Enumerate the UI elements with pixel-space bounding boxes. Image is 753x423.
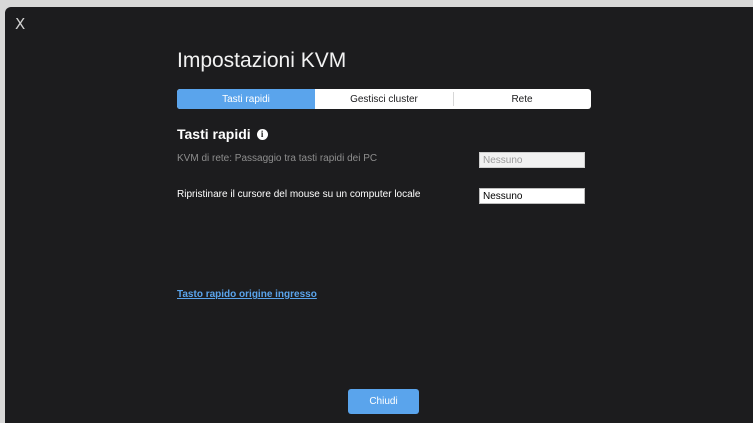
restore-cursor-hotkey-field[interactable]: Nessuno (479, 188, 585, 204)
tab-manage-cluster[interactable]: Gestisci cluster (315, 89, 453, 109)
section-title-text: Tasti rapidi (177, 126, 251, 142)
input-source-hotkey-link[interactable]: Tasto rapido origine ingresso (177, 289, 317, 300)
tab-network[interactable]: Rete (453, 89, 591, 109)
network-kvm-hotkey-label: KVM di rete: Passaggio tra tasti rapidi … (177, 153, 378, 164)
tab-hotkeys[interactable]: Tasti rapidi (177, 89, 315, 109)
close-button[interactable]: Chiudi (348, 389, 419, 414)
info-icon[interactable]: i (256, 128, 268, 140)
tab-bar: Tasti rapidi Gestisci cluster Rete (177, 89, 591, 109)
restore-cursor-label: Ripristinare il cursore del mouse su un … (177, 189, 421, 200)
page-title: Impostazioni KVM (177, 49, 347, 72)
network-kvm-hotkey-field[interactable]: Nessuno (479, 152, 585, 168)
section-heading: Tasti rapidi i (177, 126, 268, 142)
kvm-settings-window: X Impostazioni KVM Tasti rapidi Gestisci… (5, 7, 753, 423)
close-window-icon[interactable]: X (15, 15, 25, 33)
